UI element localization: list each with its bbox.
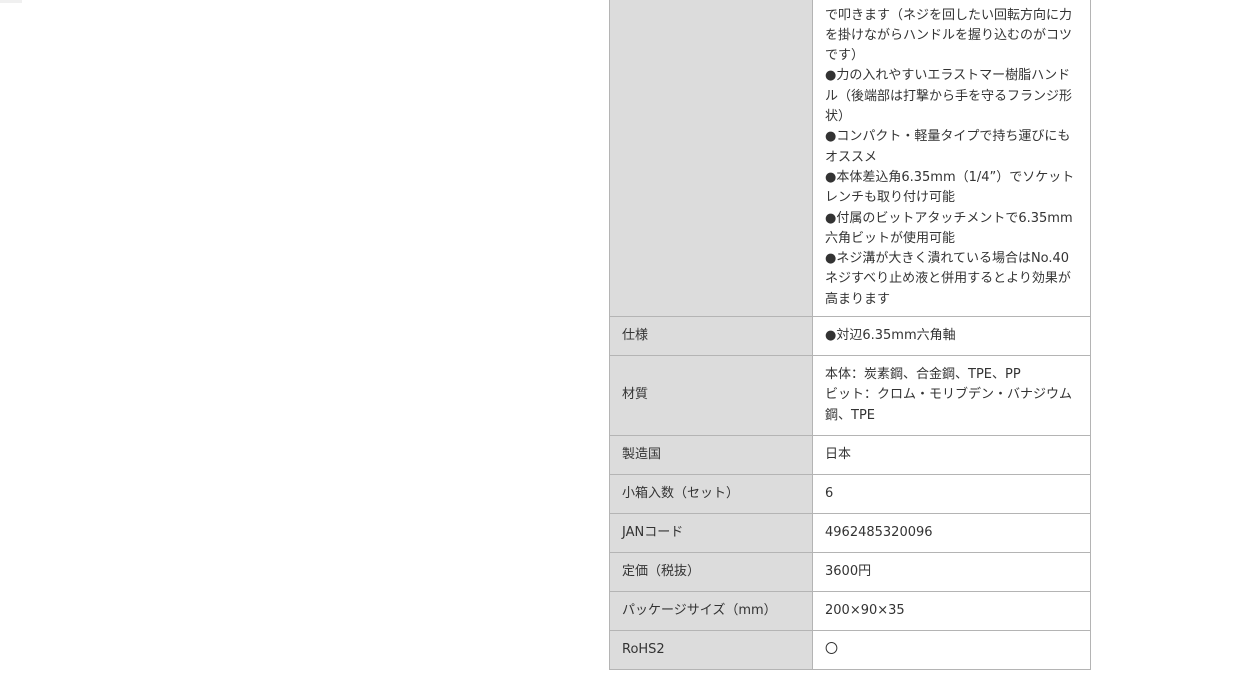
table-row-box-quantity: 小箱入数（セット） 6: [609, 474, 1091, 514]
origin-value: 日本: [812, 435, 1091, 475]
material-value: 本体：炭素鋼、合金鋼、TPE、PP ビット：クロム・モリブデン・バナジウム鋼、T…: [812, 355, 1091, 436]
spec-value: ●対辺6.35mm六角軸: [812, 316, 1091, 356]
corner-mark: [0, 0, 22, 3]
spec-label: 仕様: [609, 316, 813, 356]
package-size-label: パッケージサイズ（mm）: [609, 591, 813, 631]
material-label: 材質: [609, 355, 813, 436]
product-spec-table: で叩きます（ネジを回したい回転方向に力を掛けながらハンドルを握り込むのがコツです…: [609, 0, 1091, 670]
list-price-value: 3600円: [812, 552, 1091, 592]
jan-code-label: JANコード: [609, 513, 813, 553]
table-row-package-size: パッケージサイズ（mm） 200×90×35: [609, 591, 1091, 631]
features-value: で叩きます（ネジを回したい回転方向に力を掛けながらハンドルを握り込むのがコツです…: [812, 0, 1091, 317]
table-row-jan-code: JANコード 4962485320096: [609, 513, 1091, 553]
jan-code-value: 4962485320096: [812, 513, 1091, 553]
table-row-rohs2: RoHS2 〇: [609, 630, 1091, 670]
table-row-features: で叩きます（ネジを回したい回転方向に力を掛けながらハンドルを握り込むのがコツです…: [609, 0, 1091, 317]
list-price-label: 定価（税抜）: [609, 552, 813, 592]
page: で叩きます（ネジを回したい回転方向に力を掛けながらハンドルを握り込むのがコツです…: [0, 0, 1243, 691]
rohs2-label: RoHS2: [609, 630, 813, 670]
table-row-origin: 製造国 日本: [609, 435, 1091, 475]
table-row-spec: 仕様 ●対辺6.35mm六角軸: [609, 316, 1091, 356]
box-quantity-value: 6: [812, 474, 1091, 514]
box-quantity-label: 小箱入数（セット）: [609, 474, 813, 514]
table-row-material: 材質 本体：炭素鋼、合金鋼、TPE、PP ビット：クロム・モリブデン・バナジウム…: [609, 355, 1091, 436]
features-label: [609, 0, 813, 317]
package-size-value: 200×90×35: [812, 591, 1091, 631]
rohs2-value: 〇: [812, 630, 1091, 670]
origin-label: 製造国: [609, 435, 813, 475]
table-row-list-price: 定価（税抜） 3600円: [609, 552, 1091, 592]
